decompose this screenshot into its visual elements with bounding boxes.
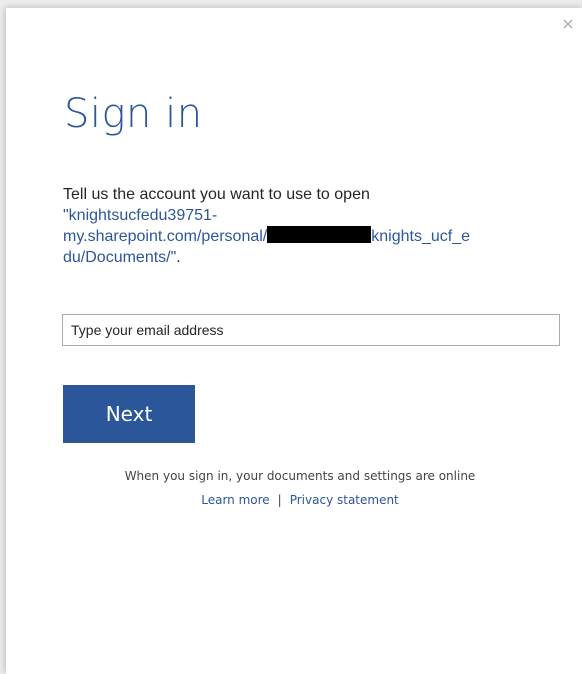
privacy-statement-link[interactable]: Privacy statement <box>290 493 399 507</box>
page-title: Sign in <box>64 91 203 137</box>
document-url-part1: "knightsucfedu39751- <box>63 207 218 224</box>
sign-in-footer: When you sign in, your documents and set… <box>6 464 582 512</box>
close-icon[interactable] <box>562 18 576 32</box>
next-button[interactable]: Next <box>63 385 195 443</box>
document-url-part4: du/Documents/" <box>63 249 177 266</box>
email-field[interactable] <box>62 314 560 346</box>
link-separator: | <box>277 493 282 507</box>
learn-more-link[interactable]: Learn more <box>201 493 269 507</box>
sign-in-info-text: When you sign in, your documents and set… <box>124 469 476 483</box>
document-url-part3: knights_ucf_e <box>371 228 470 245</box>
message-end: . <box>176 249 181 266</box>
footer-links: Learn more | Privacy statement <box>6 488 582 512</box>
document-url-part2: my.sharepoint.com/personal/ <box>63 228 268 245</box>
sign-in-dialog: Sign in Tell us the account you want to … <box>6 8 582 674</box>
message-prefix: Tell us the account you want to use to o… <box>63 186 370 203</box>
account-message: Tell us the account you want to use to o… <box>63 184 533 268</box>
redacted-block <box>267 226 372 243</box>
